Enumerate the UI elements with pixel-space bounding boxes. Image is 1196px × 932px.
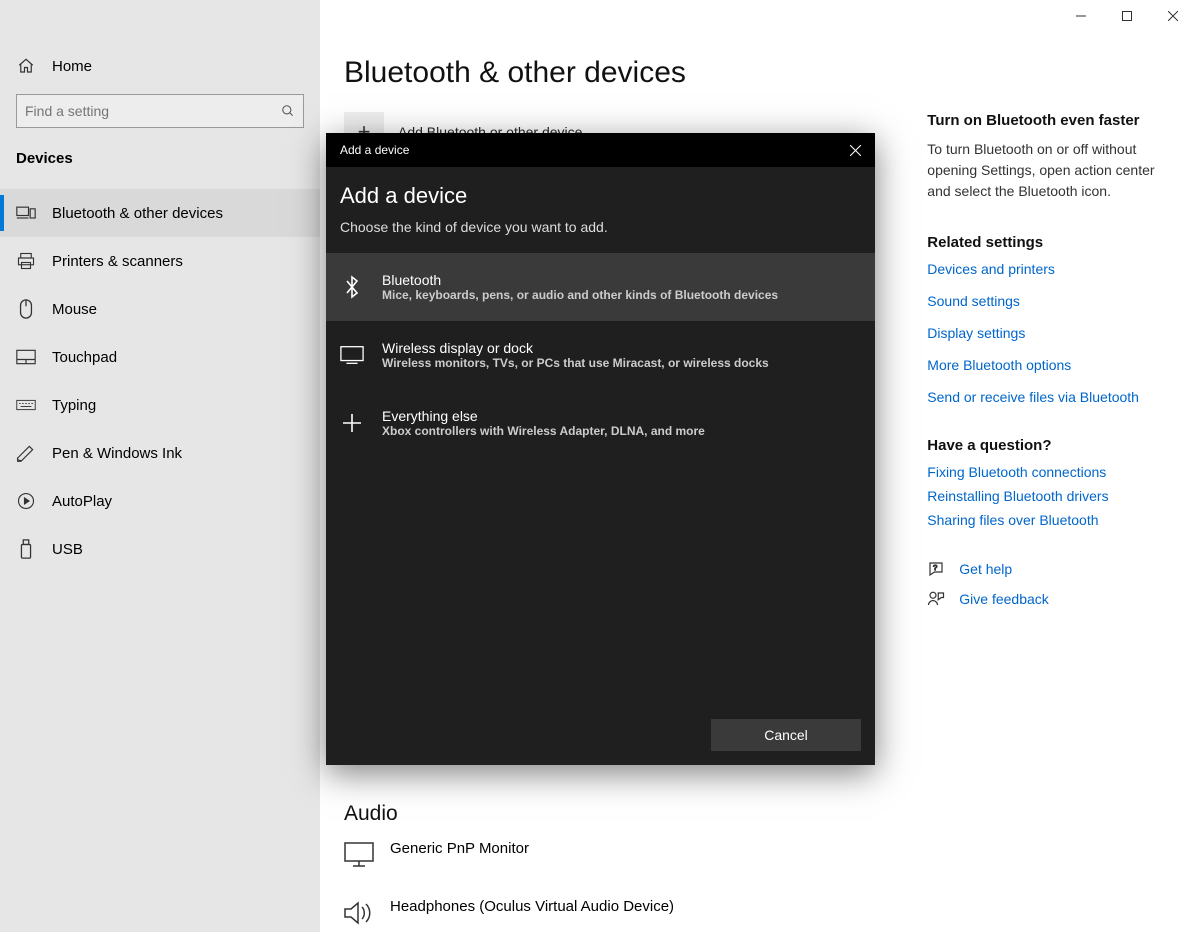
sidebar-item-mouse[interactable]: Mouse xyxy=(0,285,320,333)
tip-body: To turn Bluetooth on or off without open… xyxy=(927,139,1172,202)
option-desc: Wireless monitors, TVs, or PCs that use … xyxy=(382,356,769,370)
give-feedback-link[interactable]: Give feedback xyxy=(927,590,1172,608)
sidebar-item-bluetooth[interactable]: Bluetooth & other devices xyxy=(0,189,320,237)
page-title: Bluetooth & other devices xyxy=(344,56,1172,90)
search-box[interactable] xyxy=(16,94,304,128)
touchpad-icon xyxy=(16,347,36,367)
sidebar-item-label: USB xyxy=(52,541,83,558)
related-settings: Related settings Devices and printers So… xyxy=(927,234,1172,405)
audio-section-title: Audio xyxy=(344,802,887,826)
link-more-bt-options[interactable]: More Bluetooth options xyxy=(927,357,1172,373)
close-button[interactable] xyxy=(1150,0,1196,32)
sidebar: Home Devices Bluetooth & other devices P… xyxy=(0,0,320,932)
pen-icon xyxy=(16,443,36,463)
dialog-subheading: Choose the kind of device you want to ad… xyxy=(340,219,861,235)
related-title: Related settings xyxy=(927,234,1172,251)
minimize-button[interactable] xyxy=(1058,0,1104,32)
device-name: Headphones (Oculus Virtual Audio Device) xyxy=(390,898,674,915)
dialog-close-button[interactable] xyxy=(850,145,861,156)
sidebar-item-label: Touchpad xyxy=(52,349,117,366)
sidebar-item-label: Bluetooth & other devices xyxy=(52,205,223,222)
cancel-button[interactable]: Cancel xyxy=(711,719,861,751)
link-display-settings[interactable]: Display settings xyxy=(927,325,1172,341)
search-icon xyxy=(281,104,295,118)
option-everything-else[interactable]: Everything else Xbox controllers with Wi… xyxy=(326,389,875,457)
search-input[interactable] xyxy=(25,103,265,119)
monitor-icon xyxy=(344,840,374,870)
sidebar-section-header: Devices xyxy=(0,144,320,181)
question-block: Have a question? Fixing Bluetooth connec… xyxy=(927,437,1172,528)
usb-icon xyxy=(16,539,36,559)
dialog-heading: Add a device xyxy=(340,183,861,209)
feedback-icon xyxy=(927,590,945,608)
mouse-icon xyxy=(16,299,36,319)
link-share-bt[interactable]: Sharing files over Bluetooth xyxy=(927,512,1172,528)
link-devices-printers[interactable]: Devices and printers xyxy=(927,261,1172,277)
link-fix-bt[interactable]: Fixing Bluetooth connections xyxy=(927,464,1172,480)
option-desc: Mice, keyboards, pens, or audio and othe… xyxy=(382,288,778,302)
sidebar-item-pen[interactable]: Pen & Windows Ink xyxy=(0,429,320,477)
option-wireless-display[interactable]: Wireless display or dock Wireless monito… xyxy=(326,321,875,389)
tip-block: Turn on Bluetooth even faster To turn Bl… xyxy=(927,112,1172,202)
option-desc: Xbox controllers with Wireless Adapter, … xyxy=(382,424,705,438)
home-label: Home xyxy=(52,58,92,75)
sidebar-item-autoplay[interactable]: AutoPlay xyxy=(0,477,320,525)
sidebar-item-label: Printers & scanners xyxy=(52,253,183,270)
option-title: Bluetooth xyxy=(382,272,778,288)
autoplay-icon xyxy=(16,491,36,511)
home-icon xyxy=(16,56,36,76)
speaker-icon xyxy=(344,898,374,928)
maximize-button[interactable] xyxy=(1104,0,1150,32)
sidebar-item-typing[interactable]: Typing xyxy=(0,381,320,429)
devices-icon xyxy=(16,203,36,223)
question-title: Have a question? xyxy=(927,437,1172,454)
keyboard-icon xyxy=(16,395,36,415)
add-device-dialog: Add a device Add a device Choose the kin… xyxy=(326,133,875,765)
get-help-link[interactable]: ? Get help xyxy=(927,560,1172,578)
option-bluetooth[interactable]: Bluetooth Mice, keyboards, pens, or audi… xyxy=(326,253,875,321)
device-name: Generic PnP Monitor xyxy=(390,840,529,857)
sidebar-item-printers[interactable]: Printers & scanners xyxy=(0,237,320,285)
link-send-receive-bt[interactable]: Send or receive files via Bluetooth xyxy=(927,389,1172,405)
display-icon xyxy=(340,343,364,367)
sidebar-item-label: AutoPlay xyxy=(52,493,112,510)
sidebar-item-label: Pen & Windows Ink xyxy=(52,445,182,462)
give-feedback-label: Give feedback xyxy=(959,591,1049,607)
sidebar-item-label: Mouse xyxy=(52,301,97,318)
window-controls xyxy=(1058,0,1196,32)
dialog-window-title: Add a device xyxy=(340,143,409,157)
svg-text:?: ? xyxy=(933,563,937,572)
sidebar-item-usb[interactable]: USB xyxy=(0,525,320,573)
option-title: Wireless display or dock xyxy=(382,340,769,356)
device-row-headphones[interactable]: Headphones (Oculus Virtual Audio Device) xyxy=(344,898,887,928)
get-help-label: Get help xyxy=(959,561,1012,577)
link-reinstall-bt[interactable]: Reinstalling Bluetooth drivers xyxy=(927,488,1172,504)
device-row-monitor[interactable]: Generic PnP Monitor xyxy=(344,840,887,870)
help-icon: ? xyxy=(927,560,945,578)
bluetooth-icon xyxy=(340,275,364,299)
home-link[interactable]: Home xyxy=(0,46,320,86)
sidebar-item-touchpad[interactable]: Touchpad xyxy=(0,333,320,381)
sidebar-item-label: Typing xyxy=(52,397,96,414)
link-sound-settings[interactable]: Sound settings xyxy=(927,293,1172,309)
option-title: Everything else xyxy=(382,408,705,424)
printer-icon xyxy=(16,251,36,271)
dialog-titlebar: Add a device xyxy=(326,133,875,167)
tip-title: Turn on Bluetooth even faster xyxy=(927,112,1172,129)
plus-icon xyxy=(340,411,364,435)
